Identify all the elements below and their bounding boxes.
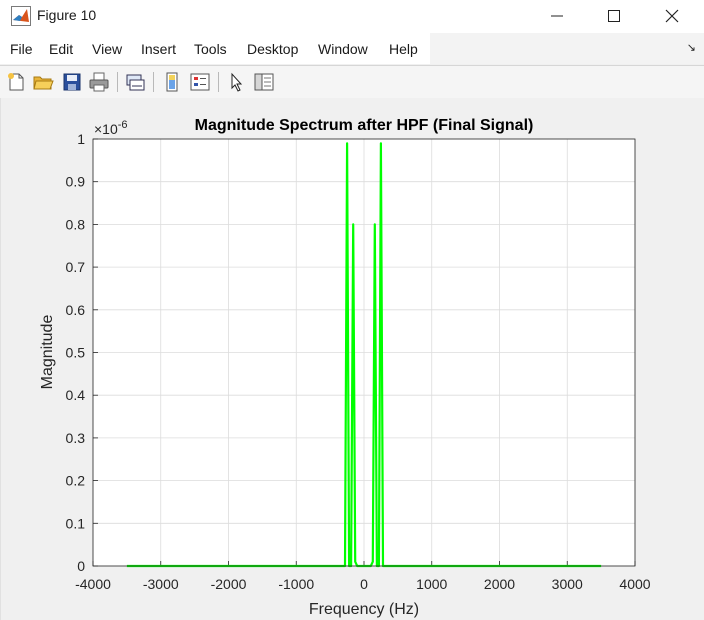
x-tick-label: 0 — [360, 576, 368, 592]
menu-file[interactable]: File — [10, 41, 33, 57]
print-icon[interactable] — [88, 71, 110, 93]
x-axis-label: Frequency (Hz) — [309, 601, 419, 618]
menu-help[interactable]: Help — [389, 41, 418, 57]
minimize-button[interactable] — [528, 0, 586, 32]
colorbar-icon[interactable] — [161, 71, 183, 93]
y-tick-label: 0.8 — [66, 216, 86, 232]
x-tick-label: 4000 — [619, 576, 650, 592]
menu-view[interactable]: View — [92, 41, 122, 57]
minimize-icon — [551, 15, 563, 17]
y-tick-label: 0.4 — [66, 387, 86, 403]
exponent-base: ×10 — [94, 121, 118, 137]
window-title: Figure 10 — [37, 7, 97, 23]
close-icon — [665, 9, 679, 23]
x-tick-label: -1000 — [278, 576, 314, 592]
toolbar-separator — [218, 72, 219, 92]
y-tick-label: 0.3 — [66, 430, 86, 446]
x-tick-label: 3000 — [552, 576, 583, 592]
open-folder-icon[interactable] — [32, 71, 54, 93]
x-tick-label: -3000 — [143, 576, 179, 592]
legend-icon[interactable] — [189, 71, 211, 93]
y-tick-label: 0.2 — [66, 473, 86, 489]
new-figure-icon[interactable] — [5, 71, 27, 93]
y-tick-label: 0.9 — [66, 174, 86, 190]
exponent-label: ×10-6 — [94, 119, 128, 137]
edit-plot-arrow-icon[interactable] — [226, 71, 248, 93]
toolbar — [0, 65, 704, 99]
property-inspector-icon[interactable] — [253, 71, 275, 93]
exponent-power: -6 — [118, 119, 128, 131]
dock-arrow-icon[interactable]: ↘ — [687, 41, 696, 54]
maximize-button[interactable] — [585, 0, 643, 32]
link-plot-icon[interactable] — [124, 71, 146, 93]
y-axis-label: Magnitude — [39, 315, 56, 390]
menu-insert[interactable]: Insert — [141, 41, 176, 57]
x-tick-label: 1000 — [416, 576, 447, 592]
y-tick-label: 0 — [77, 558, 85, 574]
x-tick-label: -2000 — [211, 576, 247, 592]
close-button[interactable] — [643, 0, 701, 32]
menu-window[interactable]: Window — [318, 41, 368, 57]
title-bar: Figure 10 — [0, 0, 704, 33]
x-tick-label: 2000 — [484, 576, 515, 592]
plot-area[interactable]: -4000 -3000 -2000 -1000 0 1000 2000 3000 4000 0 0.… — [0, 98, 704, 620]
chart-title: Magnitude Spectrum after HPF (Final Sign… — [195, 117, 534, 134]
menu-desktop[interactable]: Desktop — [247, 41, 298, 57]
matlab-logo-icon — [11, 6, 31, 26]
menu-tools[interactable]: Tools — [194, 41, 227, 57]
y-tick-label: 0.7 — [66, 259, 86, 275]
save-icon[interactable] — [61, 71, 83, 93]
menu-edit[interactable]: Edit — [49, 41, 73, 57]
x-tick-label: -4000 — [75, 576, 111, 592]
y-tick-label: 0.5 — [66, 345, 86, 361]
y-tick-label: 0.1 — [66, 515, 86, 531]
y-tick-label: 1 — [77, 131, 85, 147]
toolbar-separator — [117, 72, 118, 92]
menu-bar: File Edit View Insert Tools Desktop Wind… — [0, 33, 704, 64]
menu-bar-filler — [430, 33, 704, 64]
toolbar-separator — [153, 72, 154, 92]
y-tick-label: 0.6 — [66, 302, 86, 318]
maximize-icon — [608, 10, 620, 22]
